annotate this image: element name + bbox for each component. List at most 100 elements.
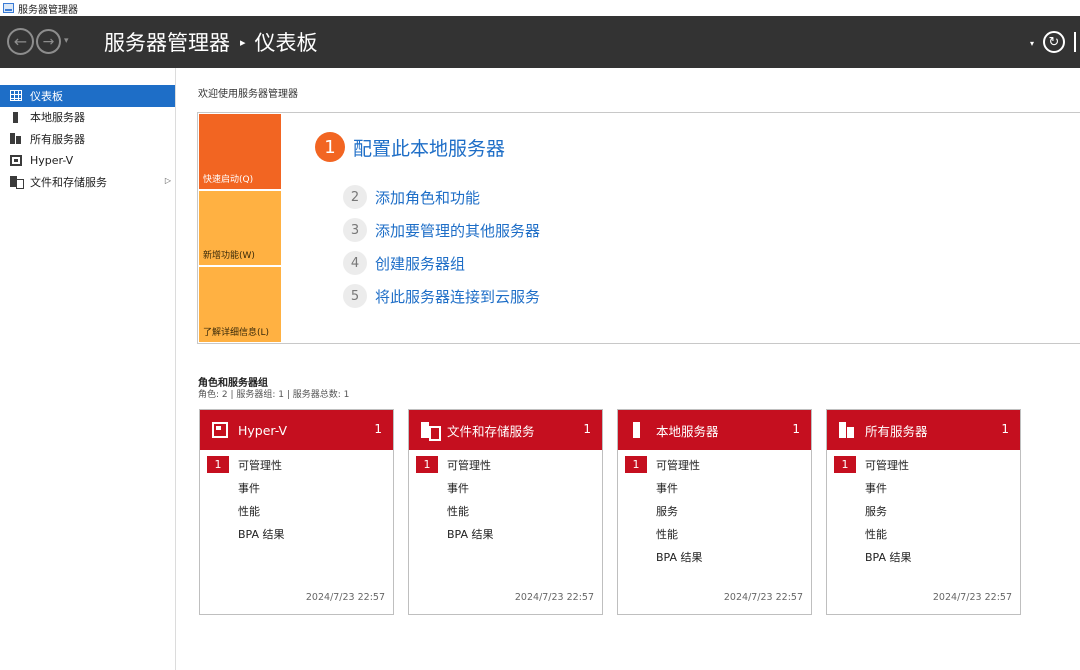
hyperv-icon: [10, 154, 22, 166]
breadcrumb-root[interactable]: 服务器管理器: [104, 27, 230, 57]
tile-row-label: BPA 结果: [447, 528, 494, 542]
tab-learn-more[interactable]: 了解详细信息(L): [199, 267, 281, 342]
back-glyph: ←: [13, 31, 28, 51]
tile-row-manageability[interactable]: 1 可管理性: [618, 453, 811, 476]
tile-row-performance[interactable]: 性能: [827, 523, 1020, 546]
step-add-roles-features[interactable]: 2 添加角色和功能: [343, 185, 480, 209]
sidebar-item-hyperv[interactable]: Hyper-V: [0, 150, 175, 172]
sidebar-item-local-server[interactable]: 本地服务器: [0, 107, 175, 129]
tile-row-performance[interactable]: 性能: [618, 523, 811, 546]
sidebar: 仪表板 本地服务器 所有服务器 Hyper-V 文件和存储服务 ▷: [0, 68, 176, 670]
breadcrumb-separator-icon: ▸: [240, 35, 246, 49]
sidebar-item-all-servers[interactable]: 所有服务器: [0, 128, 175, 150]
tab-label: 新增功能(W): [203, 251, 255, 261]
tile-row-performance[interactable]: 性能: [200, 499, 393, 522]
tile-row-label: 可管理性: [238, 458, 282, 472]
tile-row-bpa[interactable]: BPA 结果: [827, 546, 1020, 569]
tile-row-services[interactable]: 服务: [618, 499, 811, 522]
welcome-heading: 欢迎使用服务器管理器: [198, 89, 298, 100]
step-configure-local-server[interactable]: 1 配置此本地服务器: [315, 132, 505, 162]
tile-title: Hyper-V: [238, 422, 288, 438]
forward-arrow-icon[interactable]: →: [36, 29, 61, 54]
server-icon: [633, 422, 640, 438]
tab-whats-new[interactable]: 新增功能(W): [199, 191, 281, 265]
role-tile-all-servers[interactable]: 所有服务器 1 1 可管理性 事件 服务 性能 BPA 结果 2024/7/23 …: [826, 409, 1021, 615]
tile-timestamp: 2024/7/23 22:57: [514, 592, 594, 603]
server-manager-app-icon: [3, 3, 14, 13]
forward-glyph: →: [42, 33, 55, 50]
tile-row-bpa[interactable]: BPA 结果: [409, 523, 602, 546]
tile-row-label: BPA 结果: [238, 528, 285, 542]
tab-quick-start[interactable]: 快速启动(Q): [199, 114, 281, 189]
refresh-glyph: ↻: [1048, 34, 1060, 50]
tile-row-label: 事件: [656, 481, 678, 495]
step-add-other-servers[interactable]: 3 添加要管理的其他服务器: [343, 218, 540, 242]
roles-section-summary: 角色: 2 | 服务器组: 1 | 服务器总数: 1: [198, 390, 350, 400]
window-titlebar: 服务器管理器: [0, 0, 1080, 16]
tile-row-label: 性能: [656, 528, 678, 542]
tile-row-events[interactable]: 事件: [409, 476, 602, 499]
tile-row-label: 事件: [238, 481, 260, 495]
tile-header[interactable]: Hyper-V 1: [200, 410, 393, 450]
tile-timestamp: 2024/7/23 22:57: [723, 592, 803, 603]
step-create-server-group[interactable]: 4 创建服务器组: [343, 251, 465, 275]
tile-row-performance[interactable]: 性能: [409, 499, 602, 522]
step-link[interactable]: 添加角色和功能: [375, 187, 480, 208]
tile-row-label: 服务: [865, 504, 887, 518]
window-title: 服务器管理器: [18, 4, 78, 16]
alert-count-badge: 1: [834, 456, 856, 473]
tile-header[interactable]: 文件和存储服务 1: [409, 410, 602, 450]
header-dropdown-icon[interactable]: ▾: [1030, 39, 1034, 48]
tile-row-manageability[interactable]: 1 可管理性: [409, 453, 602, 476]
header-divider: [1074, 32, 1076, 52]
breadcrumb: 服务器管理器 ▸ 仪表板: [104, 27, 318, 57]
refresh-icon[interactable]: ↻: [1043, 31, 1065, 53]
role-tile-hyperv[interactable]: Hyper-V 1 1 可管理性 事件 性能 BPA 结果 2024/7/23 2…: [199, 409, 394, 615]
expand-arrow-icon[interactable]: ▷: [165, 176, 171, 185]
servers-icon: [10, 133, 22, 145]
step-number: 1: [315, 132, 345, 162]
dashboard-grid-icon: [10, 90, 22, 102]
sidebar-item-file-storage[interactable]: 文件和存储服务 ▷: [0, 171, 175, 193]
history-dropdown-icon[interactable]: ▾: [64, 36, 69, 46]
tile-count: 1: [583, 422, 591, 436]
tile-row-label: BPA 结果: [656, 551, 703, 565]
tile-count: 1: [792, 422, 800, 436]
tile-row-bpa[interactable]: BPA 结果: [200, 523, 393, 546]
tile-title: 文件和存储服务: [447, 423, 535, 439]
tile-row-services[interactable]: 服务: [827, 499, 1020, 522]
step-number: 2: [343, 185, 367, 209]
tile-row-events[interactable]: 事件: [618, 476, 811, 499]
hyperv-icon: [212, 422, 228, 438]
sidebar-item-dashboard[interactable]: 仪表板: [0, 85, 175, 107]
breadcrumb-current: 仪表板: [254, 31, 318, 55]
tile-row-manageability[interactable]: 1 可管理性: [827, 453, 1020, 476]
tile-row-bpa[interactable]: BPA 结果: [618, 546, 811, 569]
step-connect-cloud[interactable]: 5 将此服务器连接到云服务: [343, 284, 540, 308]
tile-title: 本地服务器: [656, 423, 719, 439]
tile-row-label: 服务: [656, 504, 678, 518]
back-arrow-icon[interactable]: ←: [7, 28, 34, 55]
sidebar-item-label: 本地服务器: [30, 111, 85, 125]
header-bar: ← → ▾ 服务器管理器 ▸ 仪表板 ▾ ↻: [0, 16, 1080, 68]
tile-header[interactable]: 本地服务器 1: [618, 410, 811, 450]
step-link[interactable]: 创建服务器组: [375, 253, 465, 274]
step-link[interactable]: 添加要管理的其他服务器: [375, 220, 540, 241]
tile-row-label: 性能: [447, 504, 469, 518]
server-icon: [13, 111, 18, 123]
step-link[interactable]: 将此服务器连接到云服务: [375, 286, 540, 307]
sidebar-item-label: 文件和存储服务: [30, 175, 107, 189]
role-tile-file-storage[interactable]: 文件和存储服务 1 1 可管理性 事件 性能 BPA 结果 2024/7/23 2…: [408, 409, 603, 615]
tile-header[interactable]: 所有服务器 1: [827, 410, 1020, 450]
step-link[interactable]: 配置此本地服务器: [353, 134, 505, 161]
tile-row-manageability[interactable]: 1 可管理性: [200, 453, 393, 476]
sidebar-item-label: 仪表板: [30, 89, 63, 103]
role-tile-local-server[interactable]: 本地服务器 1 1 可管理性 事件 服务 性能 BPA 结果 2024/7/23 …: [617, 409, 812, 615]
file-storage-icon: [10, 176, 24, 190]
tab-label: 快速启动(Q): [203, 175, 254, 185]
alert-count-badge: 1: [625, 456, 647, 473]
sidebar-item-label: Hyper-V: [30, 153, 74, 167]
tile-row-events[interactable]: 事件: [200, 476, 393, 499]
tile-row-events[interactable]: 事件: [827, 476, 1020, 499]
tile-row-label: 性能: [865, 528, 887, 542]
